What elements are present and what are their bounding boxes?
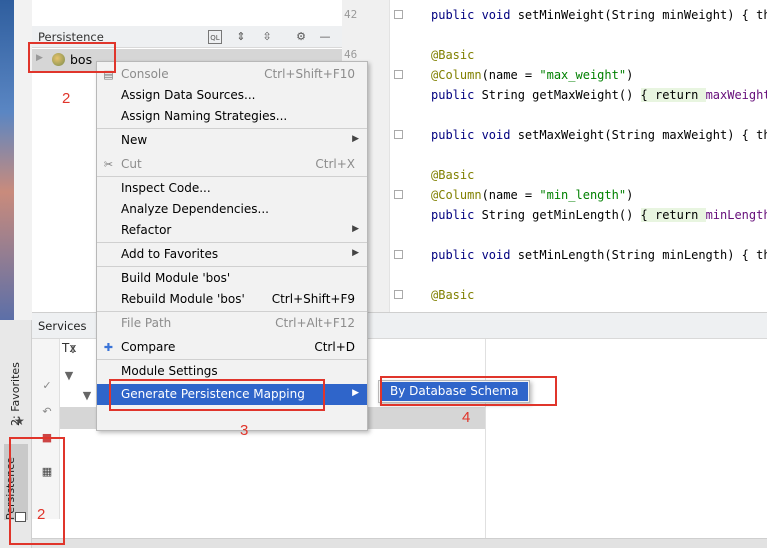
tree-expand-arrow-icon[interactable]: ▼ — [80, 389, 94, 403]
desktop-background — [0, 0, 14, 320]
menu-item-rebuild-module[interactable]: Rebuild Module 'bos' Ctrl+Shift+F9 — [97, 289, 367, 310]
line-number: 42 — [344, 8, 358, 21]
menu-item-console[interactable]: ▤ Console Ctrl+Shift+F10 — [97, 64, 367, 85]
minimize-icon[interactable]: — — [318, 30, 332, 44]
code-editor[interactable]: 42 46 public void setMinWeight(String mi… — [342, 0, 767, 312]
annotation-number: 2 — [62, 90, 71, 107]
fold-marker-icon[interactable] — [394, 70, 403, 79]
ql-console-icon[interactable]: QL — [208, 30, 222, 44]
code-line: public String getMinLength() { return mi… — [431, 208, 767, 222]
menu-item-assign-naming-strategies[interactable]: Assign Naming Strategies... — [97, 106, 367, 127]
checkmark-icon[interactable]: ✓ — [40, 379, 54, 393]
expand-all-icon[interactable]: ⇕ — [234, 30, 248, 44]
submenu-arrow-icon: ▶ — [352, 134, 359, 144]
code-line: public void setMinLength(String minLengt… — [431, 248, 767, 262]
code-line: public void setMaxWeight(String maxWeigh… — [431, 128, 767, 142]
expand-icon[interactable]: ⇕ — [66, 343, 80, 357]
code-line: @Column(name = "max_weight") — [431, 68, 634, 82]
code-line: @Basic — [431, 288, 475, 302]
fold-marker-icon[interactable] — [394, 250, 403, 259]
fold-marker-icon[interactable] — [394, 290, 403, 299]
menu-item-assign-data-sources[interactable]: Assign Data Sources... — [97, 85, 367, 106]
star-icon: ★ — [14, 414, 25, 428]
annotation-box-by-database-schema — [380, 376, 557, 406]
menu-item-inspect-code[interactable]: Inspect Code... — [97, 178, 367, 199]
fold-marker-icon[interactable] — [394, 190, 403, 199]
code-line: @Basic — [431, 48, 475, 62]
scissors-icon: ✂ — [103, 158, 114, 171]
menu-item-new[interactable]: New ▶ — [97, 130, 367, 151]
menu-separator — [97, 311, 367, 312]
context-menu: ▤ Console Ctrl+Shift+F10 Assign Data Sou… — [96, 61, 368, 431]
menu-separator — [97, 359, 367, 360]
line-number: 46 — [344, 48, 358, 61]
annotation-box-bos — [28, 42, 116, 73]
menu-separator — [97, 176, 367, 177]
annotation-box-generate-mapping — [109, 379, 325, 411]
annotation-number: 2 — [37, 506, 46, 523]
fold-marker-icon[interactable] — [394, 10, 403, 19]
code-line: public void setMinWeight(String minWeigh… — [431, 8, 767, 22]
menu-item-compare[interactable]: ✚ Compare Ctrl+D — [97, 337, 367, 358]
compare-icon: ✚ — [103, 341, 114, 354]
menu-item-cut[interactable]: ✂ Cut Ctrl+X — [97, 154, 367, 175]
annotation-number: 3 — [240, 422, 249, 439]
menu-item-build-module[interactable]: Build Module 'bos' — [97, 268, 367, 289]
menu-item-refactor[interactable]: Refactor ▶ — [97, 220, 367, 241]
code-line: @Column(name = "min_length") — [431, 188, 634, 202]
code-line: public String getMaxWeight() { return ma… — [431, 88, 767, 102]
tree-expand-arrow-icon[interactable]: ▼ — [62, 369, 76, 383]
collapse-all-icon[interactable]: ⇳ — [260, 30, 274, 44]
submenu-arrow-icon: ▶ — [352, 224, 359, 234]
menu-item-add-to-favorites[interactable]: Add to Favorites ▶ — [97, 244, 367, 265]
menu-separator — [97, 266, 367, 267]
submenu-arrow-icon: ▶ — [352, 388, 359, 398]
gear-icon[interactable]: ⚙ — [294, 30, 308, 44]
undo-icon[interactable]: ↶ — [40, 405, 54, 419]
code-line: @Basic — [431, 168, 475, 182]
annotation-number: 4 — [462, 409, 471, 426]
menu-separator — [97, 128, 367, 129]
menu-item-file-path[interactable]: File Path Ctrl+Alt+F12 — [97, 313, 367, 334]
services-title: Services — [38, 319, 87, 333]
fold-marker-icon[interactable] — [394, 130, 403, 139]
bottom-tool-tabs — [32, 538, 767, 548]
submenu-arrow-icon: ▶ — [352, 248, 359, 258]
services-splitter[interactable] — [485, 339, 486, 539]
menu-separator — [97, 242, 367, 243]
menu-item-analyze-dependencies[interactable]: Analyze Dependencies... — [97, 199, 367, 220]
annotation-box-persistence-tab — [9, 437, 65, 545]
